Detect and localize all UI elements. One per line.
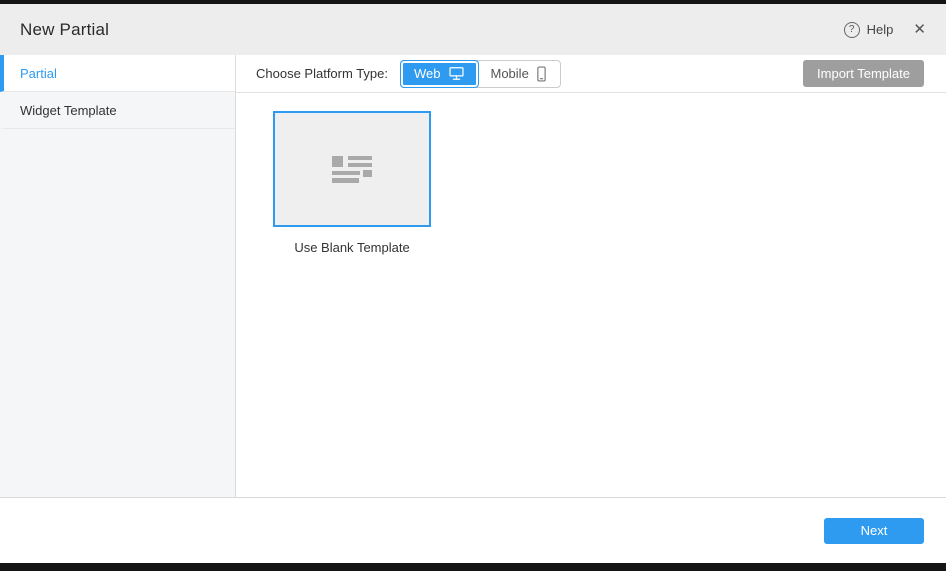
help-label: Help (867, 22, 894, 37)
platform-web-label: Web (414, 66, 441, 81)
import-template-button[interactable]: Import Template (803, 60, 924, 87)
dialog-body: Partial Widget Template Choose Platform … (0, 55, 946, 497)
close-icon[interactable]: ✕ (913, 22, 926, 37)
new-partial-dialog: New Partial ? Help ✕ Partial Widget Temp… (0, 4, 946, 563)
mobile-icon (536, 66, 547, 82)
blank-template-item: Use Blank Template (273, 111, 946, 255)
sidebar: Partial Widget Template (0, 55, 236, 497)
monitor-icon (448, 66, 465, 81)
dialog-footer: Next (0, 497, 946, 563)
platform-mobile-button[interactable]: Mobile (478, 61, 560, 87)
dialog-header: New Partial ? Help ✕ (0, 4, 946, 55)
platform-web-button[interactable]: Web (400, 60, 479, 88)
header-actions: ? Help ✕ (844, 22, 926, 38)
template-gallery: Use Blank Template (236, 93, 946, 497)
platform-toolbar: Choose Platform Type: Web Mobile (236, 55, 946, 93)
next-button[interactable]: Next (824, 518, 924, 544)
blank-template-card[interactable] (273, 111, 431, 227)
screen-background: New Partial ? Help ✕ Partial Widget Temp… (0, 0, 946, 571)
platform-segmented-control: Web Mobile (400, 60, 561, 88)
sidebar-item-partial[interactable]: Partial (0, 55, 235, 92)
main-panel: Choose Platform Type: Web Mobile (236, 55, 946, 497)
sidebar-item-widget-template[interactable]: Widget Template (0, 92, 235, 129)
blank-template-label: Use Blank Template (273, 240, 431, 255)
choose-platform-label: Choose Platform Type: (256, 66, 388, 81)
blank-template-icon (332, 156, 372, 183)
help-button[interactable]: ? Help (844, 22, 894, 38)
page-title: New Partial (20, 20, 109, 40)
platform-mobile-label: Mobile (491, 66, 529, 81)
help-icon: ? (844, 22, 860, 38)
sidebar-item-label: Widget Template (20, 103, 117, 118)
sidebar-item-label: Partial (20, 66, 57, 81)
